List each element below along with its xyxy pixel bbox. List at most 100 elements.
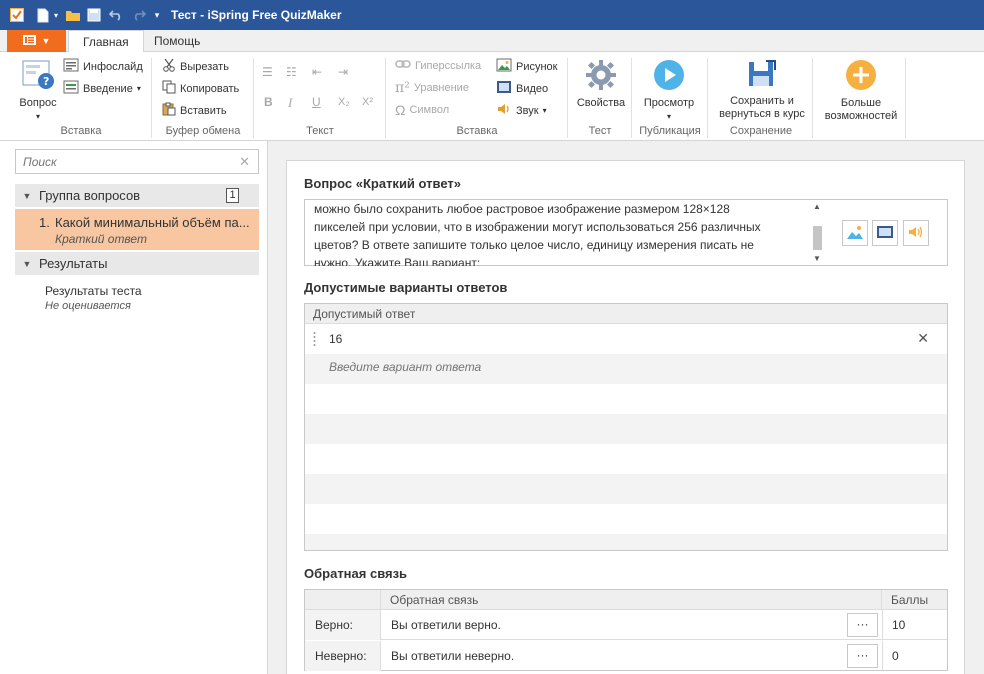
tab-home[interactable]: Главная bbox=[68, 30, 144, 53]
feedback-corner-header bbox=[305, 590, 381, 610]
symbol-button[interactable]: Ω Символ bbox=[395, 102, 449, 118]
video-button[interactable]: Видео bbox=[496, 80, 548, 97]
answer-value[interactable]: 16 bbox=[329, 332, 342, 346]
group-label-insert-media: Вставка bbox=[456, 125, 498, 137]
preview-button[interactable]: Просмотр ▾ bbox=[636, 59, 702, 123]
subscript-icon[interactable]: X₂ bbox=[338, 96, 350, 108]
results-header[interactable]: ▼ Результаты bbox=[15, 252, 259, 275]
chevron-down-icon: ▼ bbox=[41, 36, 51, 46]
question-scrollbar[interactable]: ▲ ▼ bbox=[812, 202, 824, 264]
scroll-down-icon[interactable]: ▼ bbox=[813, 254, 821, 263]
question-group-label: Группа вопросов bbox=[39, 188, 141, 203]
group-label-clipboard: Буфер обмена bbox=[165, 125, 241, 137]
score-value[interactable]: 10 bbox=[882, 610, 948, 640]
new-answer-row[interactable] bbox=[305, 354, 947, 384]
feedback-label: Неверно: bbox=[305, 641, 381, 671]
redo-icon[interactable] bbox=[131, 6, 147, 24]
feedback-text[interactable]: Вы ответили верно. bbox=[391, 618, 501, 632]
question-button[interactable]: ? Вопрос ▾ bbox=[15, 59, 61, 123]
ribbon-divider bbox=[567, 58, 568, 138]
chevron-down-icon[interactable]: ▼ bbox=[15, 259, 39, 269]
underline-icon[interactable]: U bbox=[312, 95, 321, 109]
more-options-button[interactable]: ··· bbox=[847, 613, 878, 637]
empty-answer-row bbox=[305, 444, 947, 474]
omega-icon: Ω bbox=[395, 102, 406, 118]
question-group-header[interactable]: ▼ Группа вопросов 1 bbox=[15, 184, 259, 207]
copy-icon bbox=[162, 80, 176, 97]
chevron-down-icon: ▾ bbox=[542, 106, 547, 115]
intro-button[interactable]: Введение ▾ bbox=[63, 80, 141, 97]
question-editor-card: Вопрос «Краткий ответ» можно было сохран… bbox=[286, 160, 965, 674]
window-title: Тест - iSpring Free QuizMaker bbox=[171, 8, 342, 22]
score-value[interactable]: 0 bbox=[882, 641, 948, 671]
video-icon bbox=[876, 225, 894, 242]
question-number: 1. bbox=[39, 215, 50, 230]
answer-row[interactable]: 16 ✕ bbox=[305, 324, 947, 354]
numbered-list-icon[interactable]: ☷ bbox=[286, 65, 297, 79]
decrease-indent-icon[interactable]: ⇤ bbox=[312, 65, 322, 79]
infoslide-button[interactable]: Инфослайд bbox=[63, 58, 143, 75]
open-folder-icon[interactable] bbox=[64, 6, 82, 24]
ribbon-divider bbox=[905, 58, 906, 138]
italic-icon[interactable]: I bbox=[288, 95, 292, 111]
link-icon bbox=[395, 58, 411, 73]
ribbon-divider bbox=[631, 58, 632, 138]
ribbon-divider bbox=[253, 58, 254, 138]
scissors-icon bbox=[162, 58, 176, 75]
chevron-down-icon: ▾ bbox=[666, 112, 671, 121]
cut-button[interactable]: Вырезать bbox=[162, 58, 229, 75]
drag-handle-icon[interactable] bbox=[313, 331, 316, 350]
close-icon[interactable]: ✕ bbox=[917, 330, 929, 347]
equation-button[interactable]: π² Уравнение bbox=[395, 80, 469, 96]
new-dropdown-chevron-icon[interactable]: ▾ bbox=[51, 6, 61, 24]
more-options-button[interactable]: ··· bbox=[847, 644, 878, 668]
new-file-icon[interactable] bbox=[36, 6, 50, 24]
quick-access-menu-icon[interactable]: ▾ bbox=[151, 6, 163, 24]
insert-video-button[interactable] bbox=[872, 220, 898, 246]
paste-button[interactable]: Вставить bbox=[162, 102, 227, 119]
sound-button[interactable]: Звук ▾ bbox=[496, 102, 547, 119]
save-and-return-button[interactable]: Сохранить и вернуться в курс bbox=[712, 59, 812, 121]
feedback-column-header: Обратная связь bbox=[381, 590, 882, 610]
group-label-text: Текст bbox=[306, 125, 334, 137]
answers-column-header: Допустимый ответ bbox=[305, 304, 947, 324]
question-list-item[interactable]: 1. Какой минимальный объём па... Краткий… bbox=[15, 209, 259, 250]
chevron-down-icon: ▾ bbox=[136, 84, 141, 93]
scroll-up-icon[interactable]: ▲ bbox=[813, 202, 821, 211]
results-test-item[interactable]: Результаты теста bbox=[45, 284, 142, 298]
close-icon[interactable]: ✕ bbox=[239, 154, 250, 170]
insert-sound-button[interactable] bbox=[903, 220, 929, 246]
tab-help[interactable]: Помощь bbox=[140, 30, 214, 52]
question-section-title: Вопрос «Краткий ответ» bbox=[304, 176, 461, 191]
properties-button[interactable]: Свойства bbox=[572, 59, 630, 110]
question-text[interactable]: можно было сохранить любое растровое изо… bbox=[314, 200, 806, 266]
ribbon-divider bbox=[151, 58, 152, 138]
save-icon[interactable] bbox=[86, 6, 102, 24]
search-input[interactable] bbox=[16, 150, 226, 173]
play-icon bbox=[653, 59, 685, 95]
svg-text:?: ? bbox=[43, 75, 49, 88]
group-label-test: Тест bbox=[588, 125, 612, 137]
paste-icon bbox=[162, 102, 176, 119]
hyperlink-button[interactable]: Гиперссылка bbox=[395, 58, 481, 73]
group-label-publish: Публикация bbox=[639, 125, 701, 137]
app-menu-button[interactable]: ▼ bbox=[7, 30, 66, 52]
new-answer-input[interactable] bbox=[329, 360, 829, 374]
feedback-text[interactable]: Вы ответили неверно. bbox=[391, 649, 514, 663]
undo-icon[interactable] bbox=[108, 6, 124, 24]
more-features-button[interactable]: Больше возможностей bbox=[817, 59, 905, 123]
bullet-list-icon[interactable]: ☰ bbox=[262, 65, 273, 79]
scrollbar-thumb[interactable] bbox=[813, 226, 822, 250]
intro-icon bbox=[63, 80, 79, 97]
picture-button[interactable]: Рисунок bbox=[496, 58, 558, 75]
ribbon-tab-bar: ▼ Главная Помощь bbox=[0, 30, 984, 53]
bold-icon[interactable]: B bbox=[264, 95, 273, 109]
infoslide-icon bbox=[63, 58, 79, 75]
insert-picture-button[interactable] bbox=[842, 220, 868, 246]
increase-indent-icon[interactable]: ⇥ bbox=[338, 65, 348, 79]
chevron-down-icon[interactable]: ▼ bbox=[15, 191, 39, 201]
superscript-icon[interactable]: X² bbox=[362, 96, 373, 108]
copy-button[interactable]: Копировать bbox=[162, 80, 239, 97]
empty-answer-row bbox=[305, 474, 947, 504]
question-text-box[interactable]: можно было сохранить любое растровое изо… bbox=[304, 199, 948, 266]
